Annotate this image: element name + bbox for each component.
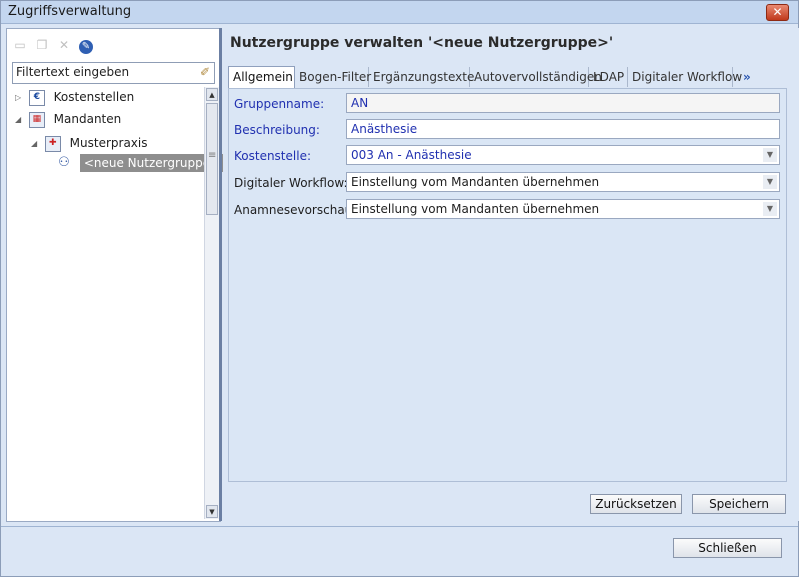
workflow-value: Einstellung vom Mandanten übernehmen xyxy=(351,175,600,189)
dialog-window: Zugriffsverwaltung ✕ ▭ ❐ ✕ ✎ ✐ ▷ € Kostenst… xyxy=(0,0,799,577)
tree-item-musterpraxis[interactable]: ◢ ✚ Musterpraxis xyxy=(31,133,147,153)
scroll-down-icon[interactable]: ▼ xyxy=(206,505,218,518)
reset-button[interactable]: Zurücksetzen xyxy=(590,494,682,514)
collapse-arrow-icon[interactable]: ◢ xyxy=(31,134,41,154)
filter-box: ✐ xyxy=(12,62,215,84)
tab-bogen-filter[interactable]: Bogen-Filter xyxy=(295,67,371,87)
copy-icon[interactable]: ❐ xyxy=(35,38,49,52)
row-kostenstelle: Kostenstelle: 003 An - Anästhesie ▼ xyxy=(229,145,786,167)
tree-item-label: Kostenstellen xyxy=(53,90,135,104)
kostenstelle-label: Kostenstelle: xyxy=(234,149,311,163)
close-window-button[interactable]: ✕ xyxy=(766,4,789,21)
chevron-down-icon[interactable]: ▼ xyxy=(763,148,777,162)
user-group-icon: ⚇ xyxy=(58,154,70,170)
euro-icon: € xyxy=(28,89,45,106)
tab-allgemein[interactable]: Allgemein xyxy=(228,66,295,88)
scroll-thumb[interactable] xyxy=(206,103,218,215)
filter-input[interactable] xyxy=(13,63,196,81)
row-workflow: Digitaler Workflow: Einstellung vom Mand… xyxy=(229,172,786,194)
more-tabs-icon[interactable]: » xyxy=(743,67,751,87)
tab-autovervollstaendigen[interactable]: Autovervollständigen xyxy=(470,67,602,87)
tree-item-new-user-group[interactable]: ⚇ <neue Nutzergruppe> xyxy=(57,153,225,173)
tree-scrollbar[interactable]: ▲ ▼ xyxy=(204,87,220,519)
scroll-up-icon[interactable]: ▲ xyxy=(206,88,218,101)
beschreibung-field[interactable]: Anästhesie xyxy=(346,119,780,139)
expand-arrow-icon[interactable]: ▷ xyxy=(15,88,25,108)
tree-toolbar: ▭ ❐ ✕ ✎ xyxy=(13,38,101,56)
gruppenname-field[interactable]: AN xyxy=(346,93,780,113)
gruppenname-value: AN xyxy=(351,96,369,110)
footer-divider xyxy=(1,526,798,527)
tree-item-mandanten[interactable]: ◢ ▦ Mandanten xyxy=(15,109,121,129)
tab-ergaenzungstexte[interactable]: Ergänzungstexte xyxy=(369,67,474,87)
chevron-down-icon[interactable]: ▼ xyxy=(763,175,777,189)
tab-digitaler-workflow[interactable]: Digitaler Workflow xyxy=(628,67,742,87)
row-gruppenname: Gruppenname: AN xyxy=(229,93,786,115)
chevron-down-icon[interactable]: ▼ xyxy=(763,202,777,216)
navigation-pane: ▭ ❐ ✕ ✎ ✐ ▷ € Kostenstellen ◢ ▦ Mandanten ◢… xyxy=(6,28,225,522)
tree-item-label: Musterpraxis xyxy=(69,136,148,150)
collapse-arrow-icon[interactable]: ◢ xyxy=(15,110,25,130)
new-icon[interactable]: ▭ xyxy=(13,38,27,52)
row-anamnese: Anamnesevorschau Einstellung vom Mandant… xyxy=(229,199,786,221)
building-icon: ▦ xyxy=(28,111,45,128)
tree-item-label: Mandanten xyxy=(53,112,122,126)
workflow-label: Digitaler Workflow: xyxy=(234,176,348,190)
tree-item-label: <neue Nutzergruppe> xyxy=(79,154,225,172)
edit-icon[interactable]: ✎ xyxy=(79,40,93,54)
save-button[interactable]: Speichern xyxy=(692,494,786,514)
tree-item-kostenstellen[interactable]: ▷ € Kostenstellen xyxy=(15,87,134,107)
general-panel: Gruppenname: AN Beschreibung: Anästhesie… xyxy=(228,88,787,482)
kostenstelle-value: 003 An - Anästhesie xyxy=(351,148,472,162)
gruppenname-label: Gruppenname: xyxy=(234,97,325,111)
title-bar[interactable]: Zugriffsverwaltung ✕ xyxy=(1,1,798,24)
beschreibung-label: Beschreibung: xyxy=(234,123,320,137)
eraser-icon[interactable]: ✐ xyxy=(200,65,210,79)
beschreibung-value: Anästhesie xyxy=(351,122,418,136)
row-beschreibung: Beschreibung: Anästhesie xyxy=(229,119,786,141)
anamnese-select[interactable]: Einstellung vom Mandanten übernehmen ▼ xyxy=(346,199,780,219)
pane-splitter[interactable] xyxy=(219,28,222,521)
anamnese-label: Anamnesevorschau xyxy=(234,203,353,217)
kostenstelle-select[interactable]: 003 An - Anästhesie ▼ xyxy=(346,145,780,165)
workflow-select[interactable]: Einstellung vom Mandanten übernehmen ▼ xyxy=(346,172,780,192)
tab-ldap[interactable]: LDAP xyxy=(589,67,628,87)
detail-pane: Nutzergruppe verwalten '<neue Nutzergrup… xyxy=(223,28,799,521)
anamnese-value: Einstellung vom Mandanten übernehmen xyxy=(351,202,600,216)
close-button[interactable]: Schließen xyxy=(673,538,782,558)
practice-icon: ✚ xyxy=(44,135,61,152)
delete-icon[interactable]: ✕ xyxy=(57,38,71,52)
window-title: Zugriffsverwaltung xyxy=(8,4,132,19)
page-title: Nutzergruppe verwalten '<neue Nutzergrup… xyxy=(230,35,614,51)
